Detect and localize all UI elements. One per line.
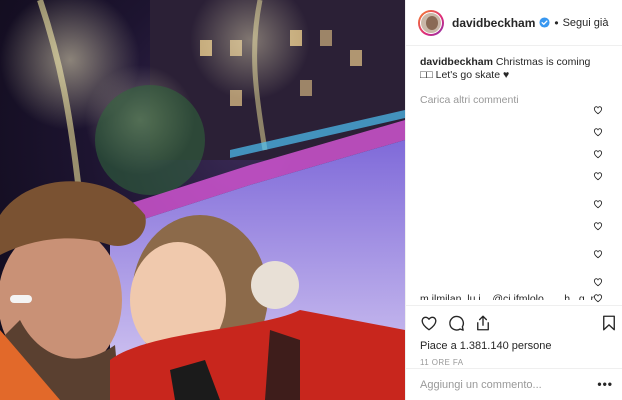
caption-username[interactable]: davidbeckham bbox=[420, 56, 493, 68]
add-comment-bar: ••• bbox=[406, 368, 622, 400]
comment-like-icon[interactable] bbox=[593, 171, 603, 181]
comments-section: davidbeckham Christmas is coming □□ Let'… bbox=[420, 56, 600, 106]
heart-icon[interactable] bbox=[420, 314, 438, 332]
comment-like-icon[interactable] bbox=[593, 105, 603, 115]
likes-count[interactable]: Piace a 1.381.140 persone bbox=[420, 340, 552, 352]
more-options-icon[interactable]: ••• bbox=[597, 378, 613, 390]
post-timestamp[interactable]: 11 ORE FA bbox=[420, 358, 463, 367]
comment-like-icon[interactable] bbox=[593, 221, 603, 231]
username-link[interactable]: davidbeckham bbox=[452, 16, 535, 30]
post-side-panel: davidbeckham • Segui già davidbeckham Ch… bbox=[405, 0, 622, 400]
bookmark-icon[interactable] bbox=[600, 314, 618, 332]
comment-like-icon[interactable] bbox=[593, 249, 603, 259]
post-caption: davidbeckham Christmas is coming □□ Let'… bbox=[420, 56, 600, 82]
comment-like-icon[interactable] bbox=[593, 149, 603, 159]
share-icon[interactable] bbox=[474, 314, 492, 332]
comment-like-icon[interactable] bbox=[593, 277, 603, 287]
avatar-image bbox=[420, 11, 442, 34]
load-more-comments-link[interactable]: Carica altri commenti bbox=[420, 94, 600, 106]
following-button[interactable]: Segui già bbox=[563, 17, 609, 29]
separator-dot: • bbox=[554, 15, 559, 30]
comment-like-icon[interactable] bbox=[593, 199, 603, 209]
partially-visible-comment: m.ilmilan_lu.i... @cj.ifmlolo... ...h...… bbox=[420, 294, 600, 300]
photo-illustration bbox=[0, 0, 405, 400]
comment-icon[interactable] bbox=[447, 314, 465, 332]
avatar[interactable] bbox=[418, 9, 444, 36]
post-photo[interactable] bbox=[0, 0, 405, 400]
verified-badge-icon bbox=[539, 17, 550, 28]
comment-input[interactable] bbox=[420, 378, 590, 391]
post-header: davidbeckham • Segui già bbox=[406, 0, 622, 46]
comment-like-icon[interactable] bbox=[593, 127, 603, 137]
